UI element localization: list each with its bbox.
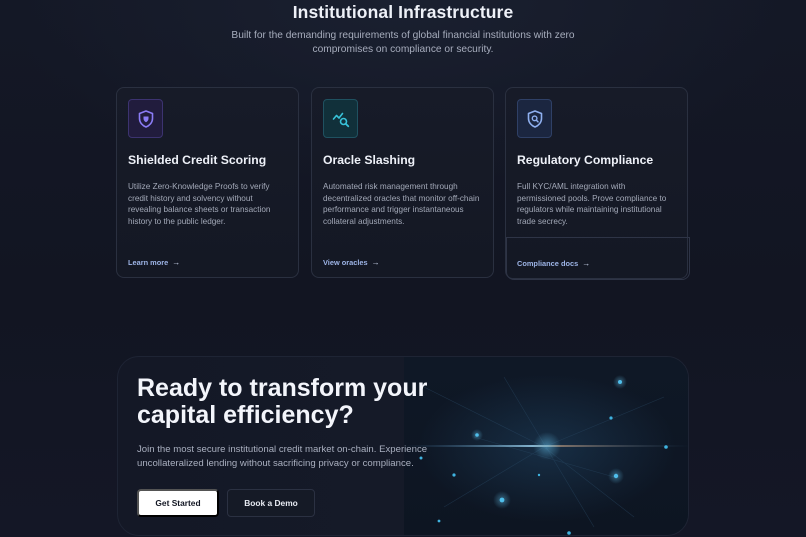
shield-icon [128, 99, 163, 138]
get-started-button[interactable]: Get Started [137, 489, 219, 517]
card-description: Full KYC/AML integration with permission… [517, 182, 667, 226]
link-label: Compliance docs [517, 259, 579, 268]
arrow-right-icon: → [172, 258, 181, 267]
cta-title: Ready to transform your capital efficien… [137, 374, 428, 429]
card-description: Utilize Zero-Knowledge Proofs to verify … [128, 182, 271, 226]
shield-search-icon [517, 99, 552, 138]
link-label: Learn more [128, 258, 169, 267]
view-oracles-link[interactable]: View oracles → [323, 258, 380, 267]
arrow-right-icon: → [582, 259, 591, 268]
cta-subtitle: Join the most secure institutional credi… [137, 444, 428, 469]
feature-card-oracle-slashing: Oracle Slashing Automated risk managemen… [311, 87, 494, 278]
section-subtitle: Built for the demanding requirements of … [231, 30, 575, 55]
feature-card-shielded-credit-scoring: Shielded Credit Scoring Utilize Zero-Kno… [116, 87, 299, 278]
card-title: Oracle Slashing [323, 153, 416, 167]
network-visual-image [404, 357, 688, 535]
arrow-right-icon: → [371, 258, 380, 267]
card-description: Automated risk management through decent… [323, 182, 480, 226]
feature-card-regulatory-compliance: Regulatory Compliance Full KYC/AML integ… [505, 87, 690, 280]
learn-more-link[interactable]: Learn more → [128, 258, 180, 267]
compliance-docs-link[interactable]: Compliance docs → [517, 259, 590, 268]
link-label: View oracles [323, 258, 368, 267]
chart-search-icon [323, 99, 358, 138]
cta-banner: Ready to transform your capital efficien… [117, 356, 689, 536]
card-title: Shielded Credit Scoring [128, 153, 267, 167]
section-title: Institutional Infrastructure [292, 2, 514, 22]
card-title: Regulatory Compliance [517, 153, 654, 167]
book-demo-button[interactable]: Book a Demo [227, 489, 315, 517]
